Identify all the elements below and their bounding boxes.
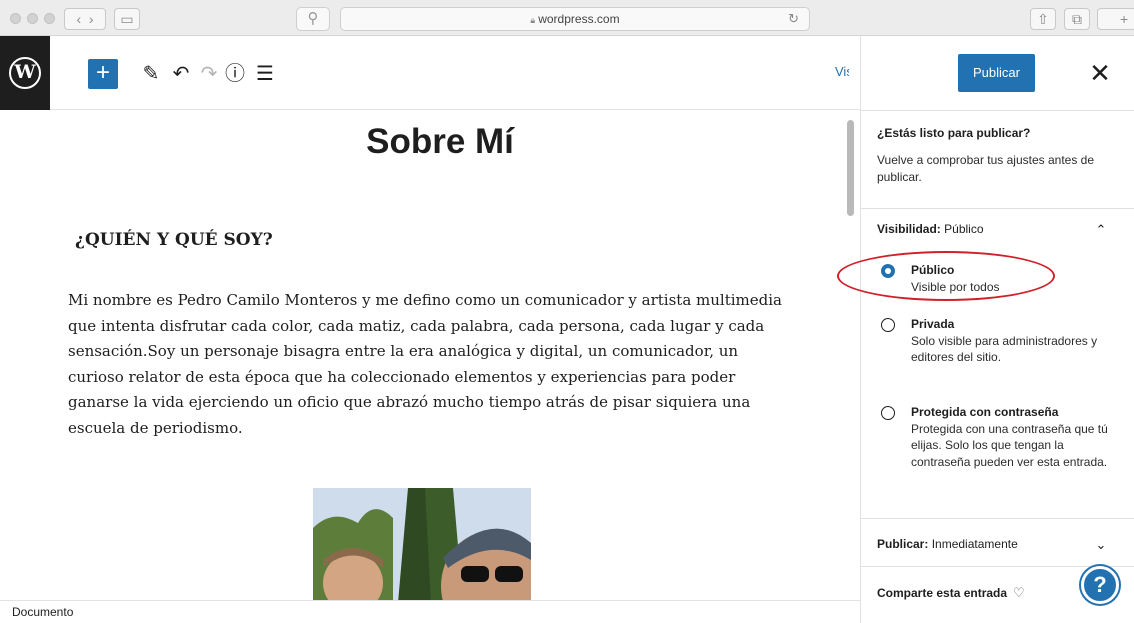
window-zoom-dot[interactable]: [44, 13, 55, 24]
ready-description: Vuelve a comprobar tus ajustes antes de …: [877, 153, 1095, 184]
close-icon[interactable]: ✕: [1085, 56, 1115, 90]
search-icon[interactable]: ⚲: [296, 7, 330, 31]
window-close-dot[interactable]: [10, 13, 21, 24]
publish-button[interactable]: Publicar: [958, 54, 1035, 92]
radio-password-desc: Protegida con una contraseña que tú elij…: [911, 421, 1108, 469]
view-button[interactable]: Vista: [835, 64, 849, 79]
chevron-up-icon[interactable]: ⌃: [1093, 222, 1109, 238]
radio-private[interactable]: [881, 318, 895, 332]
back-forward-buttons[interactable]: ‹ ›: [64, 8, 106, 30]
address-bar[interactable]: 🔒︎ wordpress.com ↻: [340, 7, 810, 31]
breadcrumb: Documento: [0, 600, 860, 623]
radio-password[interactable]: [881, 406, 895, 420]
info-icon[interactable]: ⓘ: [222, 59, 248, 89]
editor-canvas[interactable]: Sobre Mí ¿QUIÉN Y QUÉ SOY? Mi nombre es …: [0, 110, 860, 600]
visibility-label: Visibilidad:: [877, 222, 941, 236]
window-minimize-dot[interactable]: [27, 13, 38, 24]
undo-icon[interactable]: ↶: [168, 59, 194, 89]
outline-icon[interactable]: ☰: [252, 59, 278, 89]
ready-title: ¿Estás listo para publicar?: [877, 126, 1031, 140]
browser-toolbar: ‹ › ▭ ⚲ 🔒︎ wordpress.com ↻ ⇧ ⧉ +: [0, 0, 1134, 36]
wordpress-logo[interactable]: W: [0, 36, 50, 110]
breadcrumb-document[interactable]: Documento: [12, 605, 73, 619]
paragraph-block[interactable]: Mi nombre es Pedro Camilo Monteros y me …: [68, 288, 793, 441]
share-icon[interactable]: ⇧: [1030, 8, 1056, 30]
visibility-value: Público: [944, 222, 984, 236]
wordpress-logo-icon: W: [9, 57, 41, 89]
edit-tools-icon[interactable]: ✎: [138, 59, 164, 89]
new-tab-icon[interactable]: +: [1097, 8, 1134, 30]
post-title[interactable]: Sobre Mí: [300, 122, 580, 162]
redo-icon[interactable]: ↷: [196, 59, 222, 89]
publish-date-value: Inmediatamente: [931, 537, 1018, 551]
publish-sidebar: Publicar ✕ ¿Estás listo para publicar? V…: [860, 36, 1134, 623]
reload-icon[interactable]: ↻: [788, 8, 799, 30]
publish-date-label: Publicar:: [877, 537, 929, 551]
help-icon[interactable]: ?: [1081, 566, 1119, 604]
chevron-down-icon[interactable]: ⌄: [1093, 537, 1109, 553]
highlight-ellipse: [837, 251, 1055, 301]
editor-scrollbar[interactable]: [845, 110, 855, 600]
radio-private-label: Privada: [911, 317, 955, 331]
share-panel[interactable]: Comparte esta entrada ♡: [877, 585, 1025, 601]
divider: [861, 110, 1134, 111]
add-block-button[interactable]: +: [88, 59, 118, 89]
url-text: wordpress.com: [538, 12, 620, 26]
divider: [861, 518, 1134, 519]
share-label: Comparte esta entrada: [877, 586, 1008, 600]
visibility-panel-toggle[interactable]: Visibilidad: Público: [877, 222, 984, 236]
photo-image: [313, 488, 531, 600]
lock-icon: 🔒︎: [530, 15, 536, 25]
radio-private-desc: Solo visible para administradores y edit…: [911, 333, 1098, 365]
divider: [861, 208, 1134, 209]
image-block[interactable]: [313, 488, 531, 600]
publish-date-panel-toggle[interactable]: Publicar: Inmediatamente: [877, 537, 1018, 551]
radio-password-label: Protegida con contraseña: [911, 405, 1059, 419]
sidebar-toggle-icon[interactable]: ▭: [114, 8, 140, 30]
sharing-icon: ♡: [1013, 585, 1025, 600]
tabs-icon[interactable]: ⧉: [1064, 8, 1090, 30]
heading-block[interactable]: ¿QUIÉN Y QUÉ SOY?: [75, 230, 273, 250]
scroll-thumb[interactable]: [847, 120, 854, 216]
